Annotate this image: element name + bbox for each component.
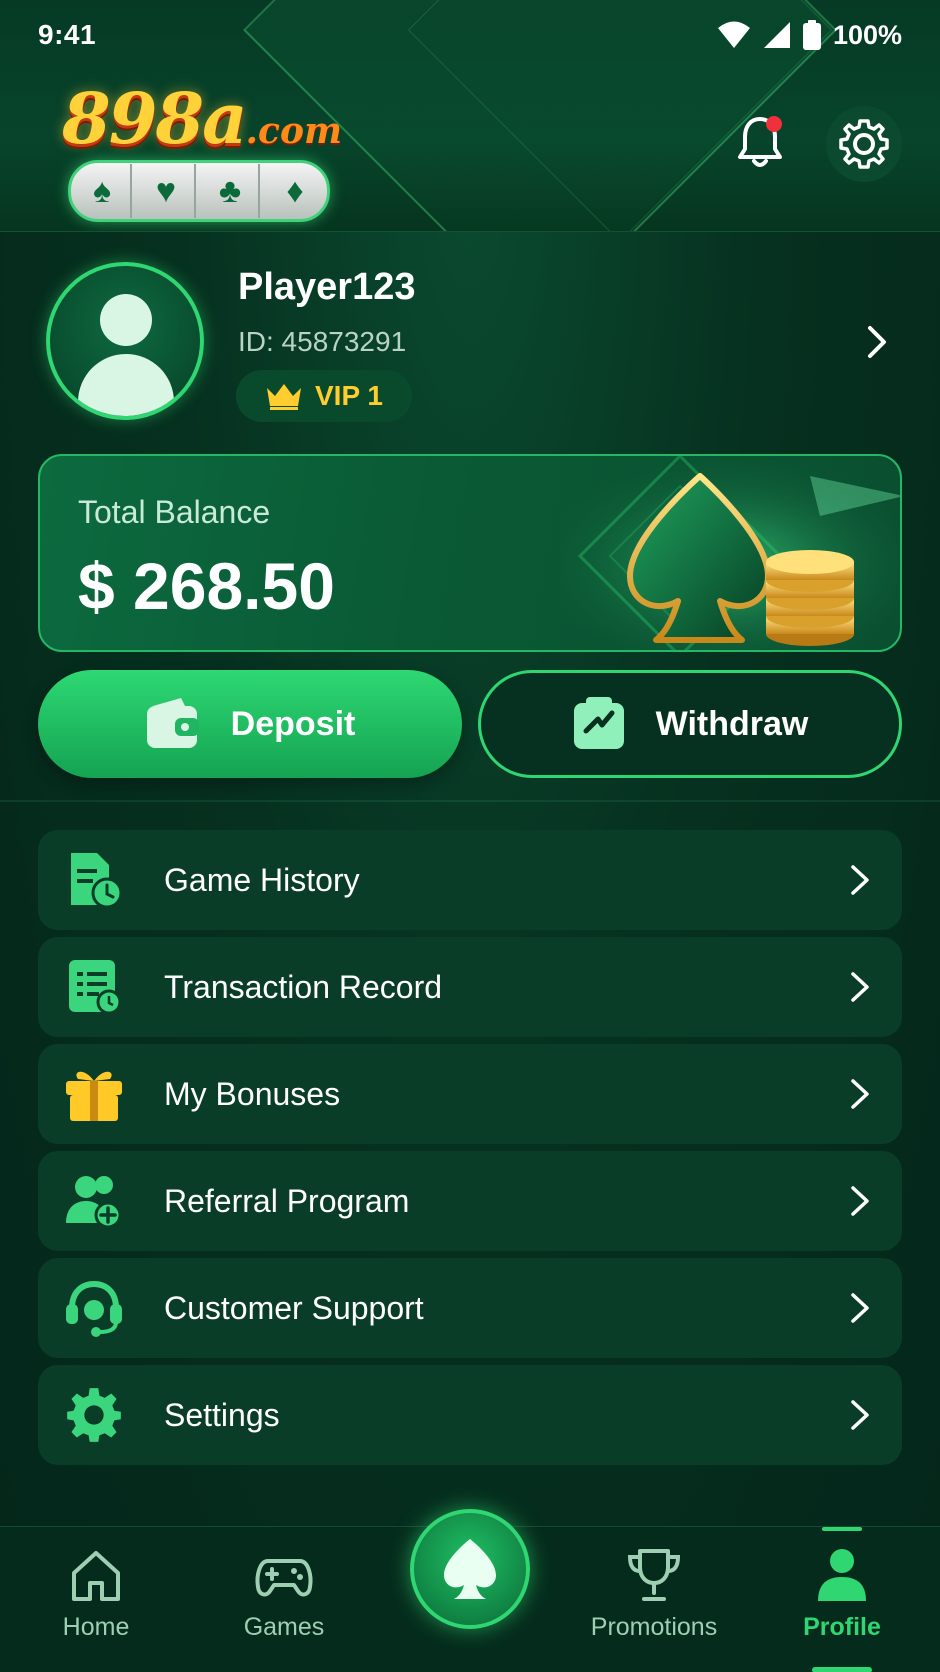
avatar[interactable] (46, 262, 204, 420)
club-reel-icon: ♣ (202, 164, 260, 218)
status-bar: 9:41 100% (0, 0, 940, 70)
notification-button[interactable] (730, 112, 790, 172)
profile-menu: Game History Transaction Record My Bonus… (38, 830, 902, 1472)
balance-card: Total Balance $ 268.50 (38, 454, 902, 652)
deposit-button[interactable]: Deposit (38, 670, 462, 778)
gear-icon (839, 119, 889, 169)
logo-suffix: .com (245, 110, 343, 152)
gear-icon (64, 1385, 124, 1445)
chevron-right-icon (851, 1079, 869, 1109)
wallet-icon (146, 698, 199, 748)
nav-label: Home (62, 1613, 130, 1641)
battery-icon (802, 20, 821, 50)
notification-badge (766, 116, 782, 132)
spade-coins-illustration (560, 456, 900, 650)
brand-logo[interactable]: 898a.com ♠ ♥ ♣ ♦ (54, 84, 354, 224)
vip-badge[interactable]: VIP 1 (236, 370, 412, 422)
menu-item-referral-program[interactable]: Referral Program (38, 1151, 902, 1251)
chevron-right-icon (851, 1186, 869, 1216)
heart-reel-icon: ♥ (138, 164, 196, 218)
menu-item-settings[interactable]: Settings (38, 1365, 902, 1465)
battery-percent: 100% (832, 19, 902, 50)
section-divider (0, 800, 940, 802)
profile-screen: 9:41 100% 898a.com ♠ ♥ ♣ ♦ Player123 ID:… (0, 0, 940, 1672)
nav-casino-center-button[interactable] (410, 1509, 530, 1629)
nav-label: Profile (803, 1613, 881, 1641)
chevron-right-icon (851, 1400, 869, 1430)
header: 9:41 100% 898a.com ♠ ♥ ♣ ♦ (0, 0, 940, 232)
nav-promotions[interactable]: Promotions (574, 1545, 734, 1655)
status-indicators: 100% (717, 20, 902, 51)
nav-profile[interactable]: Profile (762, 1545, 922, 1655)
headset-icon (64, 1278, 124, 1338)
withdraw-button[interactable]: Withdraw (478, 670, 902, 778)
vip-label: VIP 1 (315, 380, 383, 411)
logo-slot-reels: ♠ ♥ ♣ ♦ (68, 160, 330, 222)
diamond-reel-icon: ♦ (286, 171, 304, 210)
spade-reel-icon: ♠ (74, 164, 132, 218)
balance-label: Total Balance (78, 494, 271, 530)
withdraw-label: Withdraw (655, 704, 809, 743)
user-icon (818, 1549, 866, 1601)
menu-item-my-bonuses[interactable]: My Bonuses (38, 1044, 902, 1144)
home-icon (72, 1551, 120, 1601)
status-time: 9:41 (38, 19, 97, 50)
username: Player123 (238, 266, 416, 308)
chevron-right-icon (851, 1293, 869, 1323)
menu-label: Transaction Record (164, 968, 443, 1005)
document-clock-icon (64, 850, 124, 910)
chevron-right-icon (851, 865, 869, 895)
settings-button[interactable] (826, 106, 902, 182)
nav-label: Games (243, 1613, 325, 1641)
wifi-icon (717, 21, 750, 48)
avatar-head (100, 294, 152, 346)
crown-icon (267, 384, 301, 410)
nav-home[interactable]: Home (16, 1545, 176, 1655)
coin-stack (766, 550, 854, 646)
logo-main: 898a (62, 77, 247, 160)
gift-icon (64, 1064, 124, 1124)
active-tab-indicator (822, 1527, 862, 1531)
menu-item-customer-support[interactable]: Customer Support (38, 1258, 902, 1358)
nav-games[interactable]: Games (204, 1545, 364, 1655)
menu-item-game-history[interactable]: Game History (38, 830, 902, 930)
logo-wordmark: 898a.com (62, 84, 342, 166)
balance-amount: $ 268.50 (78, 549, 335, 623)
menu-label: My Bonuses (164, 1075, 341, 1112)
chevron-right-icon (851, 972, 869, 1002)
avatar-body (78, 354, 174, 416)
signal-icon (763, 22, 790, 48)
profile-summary[interactable]: Player123 ID: 45873291 VIP 1 (0, 240, 940, 430)
chevron-right-icon[interactable] (862, 322, 892, 362)
menu-item-transaction-record[interactable]: Transaction Record (38, 937, 902, 1037)
gamepad-icon (255, 1559, 313, 1597)
user-id: ID: 45873291 (238, 326, 407, 357)
bottom-navigation: Home Games Promotions Profile (0, 1509, 940, 1672)
nav-label: Promotions (590, 1613, 718, 1641)
users-add-icon (64, 1171, 124, 1231)
home-indicator (812, 1667, 872, 1672)
menu-label: Settings (164, 1396, 280, 1433)
menu-label: Game History (164, 861, 360, 898)
spade-icon (444, 1539, 496, 1599)
receipt-icon (64, 957, 124, 1017)
menu-label: Customer Support (164, 1289, 424, 1326)
trophy-icon (627, 1549, 681, 1601)
withdraw-icon (573, 697, 624, 749)
menu-label: Referral Program (164, 1182, 410, 1219)
deposit-label: Deposit (230, 704, 356, 743)
